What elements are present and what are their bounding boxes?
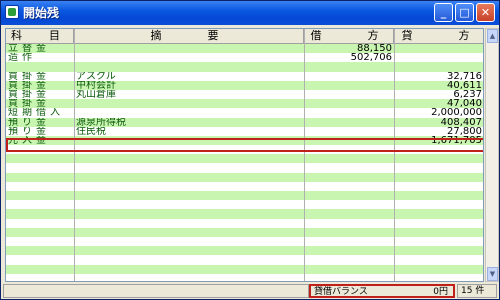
account-cell: 預り金 [8, 126, 50, 136]
table-row[interactable] [6, 227, 483, 237]
minimize-button[interactable]: _ [434, 3, 453, 22]
account-cell: 造作 [8, 53, 36, 63]
balance-panel: 貸借バランス 0円 [309, 284, 455, 298]
account-cell: 買掛金 [8, 99, 50, 109]
close-button[interactable]: ✕ [476, 3, 495, 22]
debit-cell: 502,706 [350, 53, 392, 63]
credit-cell [396, 44, 482, 53]
table-row[interactable]: 立替金 88,150 [6, 44, 483, 54]
table-row[interactable]: 預り金 源泉所得税 408,407 [6, 117, 483, 127]
ledger-grid[interactable]: 科 目 摘 要 借 方 貸 方 立替金 88,150 造作 502,706 買掛金 アスク… [5, 28, 484, 282]
title-bar[interactable]: 開始残 _ □ ✕ [1, 1, 499, 25]
account-cell [8, 62, 68, 71]
table-row[interactable]: 短期借入 2,000,000 [6, 108, 483, 118]
debit-cell [306, 118, 392, 127]
account-cell: 買掛金 [8, 71, 50, 81]
table-row[interactable] [6, 209, 483, 219]
table-row[interactable] [6, 246, 483, 256]
table-row[interactable] [6, 273, 483, 281]
scroll-up-icon[interactable]: ▲ [487, 29, 498, 43]
memo-cell [76, 62, 301, 71]
memo-cell [76, 44, 301, 53]
maximize-button[interactable]: □ [455, 3, 474, 22]
table-row[interactable] [6, 255, 483, 265]
memo-cell: 中村会計 [76, 80, 116, 90]
credit-cell: 6,237 [453, 89, 482, 99]
debit-cell [306, 81, 392, 90]
memo-cell [76, 99, 301, 108]
credit-cell: 2,000,000 [431, 108, 482, 118]
status-panel-empty [3, 284, 309, 298]
debit-cell [306, 90, 392, 99]
grid-header: 科 目 摘 要 借 方 貸 方 [6, 29, 483, 44]
memo-cell: 住民税 [76, 126, 106, 136]
ledger-rows: 立替金 88,150 造作 502,706 買掛金 アスクル 32,716 買掛金 中村会計 40… [6, 44, 483, 281]
memo-cell [76, 53, 301, 62]
credit-cell [396, 62, 482, 71]
debit-cell [306, 72, 392, 81]
debit-cell [306, 108, 392, 117]
column-divider [74, 29, 75, 281]
table-row[interactable] [6, 264, 483, 274]
table-row[interactable]: 造作 502,706 [6, 53, 483, 63]
balance-label: 貸借バランス [314, 287, 368, 297]
table-row[interactable] [6, 154, 483, 164]
account-cell: 短期借入 [8, 108, 64, 118]
table-row[interactable]: 買掛金 中村会計 40,611 [6, 80, 483, 90]
debit-cell [306, 127, 392, 136]
memo-cell: 丸山倉庫 [76, 89, 116, 99]
header-memo[interactable]: 摘 要 [74, 29, 304, 43]
credit-cell: 27,800 [447, 126, 482, 136]
credit-cell: 47,040 [447, 99, 482, 109]
table-row[interactable] [6, 172, 483, 182]
account-cell: 立替金 [8, 44, 50, 53]
column-divider [394, 29, 395, 281]
account-cell: 買掛金 [8, 80, 50, 90]
memo-cell: アスクル [76, 71, 116, 81]
scroll-down-icon[interactable]: ▼ [487, 267, 498, 281]
window-title: 開始残 [23, 6, 60, 20]
header-credit[interactable]: 貸 方 [394, 29, 483, 43]
debit-cell [306, 99, 392, 108]
table-row[interactable] [6, 163, 483, 173]
table-row[interactable] [6, 218, 483, 228]
vertical-scrollbar[interactable]: ▲ ▼ [485, 28, 499, 282]
debit-cell: 88,150 [357, 44, 392, 53]
header-account[interactable]: 科 目 [6, 29, 74, 43]
credit-cell: 32,716 [447, 71, 482, 81]
balance-value: 0円 [433, 287, 448, 297]
credit-cell [396, 53, 482, 62]
table-row[interactable] [6, 236, 483, 247]
credit-cell: 408,407 [440, 117, 482, 127]
opening-balance-window: 開始残 _ □ ✕ 科 目 摘 要 借 方 貸 方 立替金 88,150 造作 502… [0, 0, 500, 300]
ledger-icon [5, 5, 19, 19]
table-row[interactable] [6, 181, 483, 191]
record-count: 15 件 [457, 284, 497, 298]
credit-cell: 40,611 [447, 80, 482, 90]
debit-cell [306, 62, 392, 71]
table-row[interactable] [6, 191, 483, 201]
table-row[interactable]: 買掛金 丸山倉庫 6,237 [6, 89, 483, 100]
table-row[interactable]: 買掛金 47,040 [6, 99, 483, 109]
table-row[interactable] [6, 200, 483, 210]
account-cell: 預り金 [8, 117, 50, 127]
table-row[interactable]: 買掛金 アスクル 32,716 [6, 71, 483, 81]
highlighted-row-frame [6, 138, 483, 152]
memo-cell [76, 108, 301, 117]
memo-cell: 源泉所得税 [76, 117, 126, 127]
column-divider [304, 29, 305, 281]
header-debit[interactable]: 借 方 [304, 29, 394, 43]
table-row[interactable]: 預り金 住民税 27,800 [6, 126, 483, 136]
account-cell: 買掛金 [8, 89, 50, 99]
status-bar: 貸借バランス 0円 15 件 [3, 283, 499, 299]
table-row[interactable] [6, 62, 483, 72]
